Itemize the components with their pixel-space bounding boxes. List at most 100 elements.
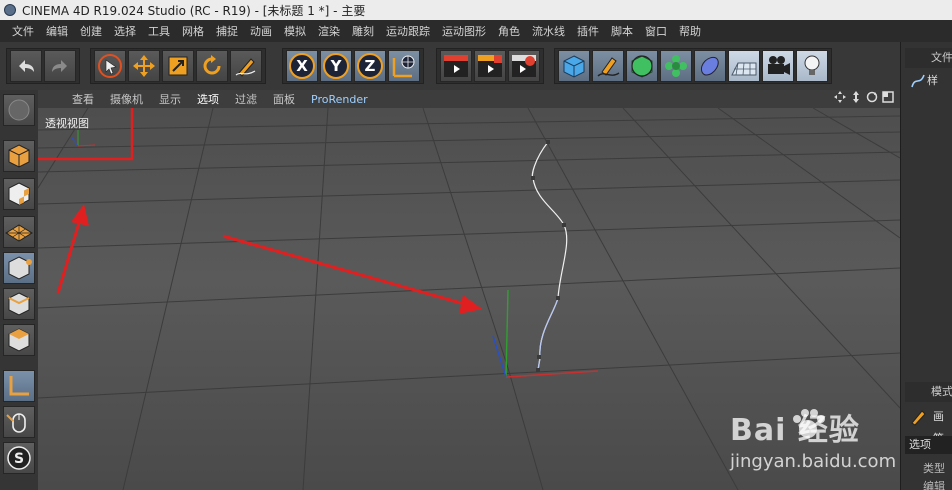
snap-button[interactable]: S — [3, 442, 35, 474]
undo-group — [6, 48, 80, 84]
viewport-nav-controls — [834, 91, 894, 103]
z-axis-button[interactable]: Z — [354, 50, 386, 82]
polygons-mode-icon — [8, 328, 30, 352]
menu-window[interactable]: 窗口 — [639, 23, 673, 39]
viewport-menu-cameras[interactable]: 摄像机 — [102, 91, 151, 107]
make-editable-button[interactable] — [3, 94, 35, 126]
texture-mode-button[interactable] — [3, 178, 35, 210]
objects-tab[interactable]: 文件 — [905, 48, 952, 68]
points-mode-icon — [8, 256, 32, 280]
spline-point[interactable] — [562, 223, 566, 227]
tweak-mode-button[interactable] — [3, 406, 35, 438]
window-title: CINEMA 4D R19.024 Studio (RC - R19) - [未… — [22, 3, 366, 18]
pen-spline-icon — [597, 57, 620, 77]
menu-help[interactable]: 帮助 — [673, 23, 707, 39]
workplane-mode-button[interactable] — [3, 216, 35, 248]
viewport-menu-filter[interactable]: 过滤 — [227, 91, 265, 107]
cloner-icon — [665, 55, 687, 77]
mode-tab-label: 模式 — [931, 385, 952, 398]
z-axis-icon: Z — [357, 53, 383, 79]
scale-button[interactable] — [162, 50, 194, 82]
menu-character[interactable]: 角色 — [492, 23, 526, 39]
menu-file[interactable]: 文件 — [6, 23, 40, 39]
spline-points — [531, 140, 566, 372]
light-button[interactable] — [796, 50, 828, 82]
orbit-icon[interactable] — [866, 91, 878, 103]
viewport-menu-options[interactable]: 选项 — [189, 91, 227, 107]
sketch-tool-button[interactable] — [230, 50, 262, 82]
menu-select[interactable]: 选择 — [108, 23, 142, 39]
spline-point[interactable] — [556, 296, 560, 300]
cube-button[interactable] — [558, 50, 590, 82]
viewport-menu-bar: 查看 摄像机 显示 选项 过滤 面板 ProRender — [38, 90, 900, 108]
world-x-axis — [505, 370, 599, 378]
viewport-menu-panel[interactable]: 面板 — [265, 91, 303, 107]
y-axis-button[interactable]: Y — [320, 50, 352, 82]
render-picture-viewer-button[interactable] — [474, 50, 506, 82]
mode-tab[interactable]: 模式 — [905, 382, 952, 402]
spline-curve[interactable] — [531, 141, 568, 371]
menu-simulate[interactable]: 模拟 — [278, 23, 312, 39]
menu-motion-tracking[interactable]: 运动跟踪 — [380, 23, 436, 39]
menu-script[interactable]: 脚本 — [605, 23, 639, 39]
gizmo-z-axis — [71, 137, 79, 147]
menu-plugins[interactable]: 插件 — [571, 23, 605, 39]
make-editable-icon — [8, 99, 30, 121]
deformer-icon — [700, 56, 719, 76]
world-y-axis — [505, 289, 509, 378]
transform-tools-group — [90, 48, 266, 84]
polygons-mode-button[interactable] — [3, 324, 35, 356]
gizmo-x-axis — [77, 144, 96, 147]
cloner-button[interactable] — [660, 50, 692, 82]
menu-edit[interactable]: 编辑 — [40, 23, 74, 39]
spline-point[interactable] — [536, 368, 540, 372]
menu-animate[interactable]: 动画 — [244, 23, 278, 39]
spline-point[interactable] — [546, 140, 550, 144]
viewport-menu-view[interactable]: 查看 — [64, 91, 102, 107]
viewport-menu-display[interactable]: 显示 — [151, 91, 189, 107]
menu-create[interactable]: 创建 — [74, 23, 108, 39]
deformer-button[interactable] — [694, 50, 726, 82]
axis-mode-button[interactable] — [3, 370, 35, 402]
zoom-icon[interactable] — [850, 91, 862, 103]
render-settings-button[interactable] — [508, 50, 540, 82]
menu-sculpt[interactable]: 雕刻 — [346, 23, 380, 39]
camera-button[interactable] — [762, 50, 794, 82]
live-select-button[interactable] — [94, 50, 126, 82]
x-axis-button[interactable]: X — [286, 50, 318, 82]
points-mode-button[interactable] — [3, 252, 35, 284]
render-view-button[interactable] — [440, 50, 472, 82]
floor-icon — [731, 62, 757, 76]
subdivision-surface-button[interactable] — [626, 50, 658, 82]
objects-tab-label: 文件 — [931, 51, 952, 64]
redo-icon — [52, 60, 67, 72]
undo-button[interactable] — [10, 50, 42, 82]
menu-tools[interactable]: 工具 — [142, 23, 176, 39]
menu-mograph[interactable]: 运动图形 — [436, 23, 492, 39]
annotation-arrow-right — [222, 234, 482, 314]
pen-spline-button[interactable] — [592, 50, 624, 82]
model-mode-button[interactable] — [3, 140, 35, 172]
move-button[interactable] — [128, 50, 160, 82]
menu-snap[interactable]: 捕捉 — [210, 23, 244, 39]
render-view-icon — [444, 55, 468, 77]
viewport-label: 透视视图 — [45, 117, 89, 130]
pan-icon[interactable] — [834, 91, 846, 103]
floor-button[interactable] — [728, 50, 760, 82]
subdivision-icon — [631, 55, 653, 78]
title-bar: CINEMA 4D R19.024 Studio (RC - R19) - [未… — [0, 0, 952, 20]
menu-pipeline[interactable]: 流水线 — [526, 23, 571, 39]
spline-curve-lower — [537, 297, 559, 371]
menu-bar: 文件 编辑 创建 选择 工具 网格 捕捉 动画 模拟 渲染 雕刻 运动跟踪 运动… — [0, 20, 952, 42]
menu-mesh[interactable]: 网格 — [176, 23, 210, 39]
light-icon — [804, 55, 820, 75]
spline-point[interactable] — [531, 176, 535, 180]
rotate-button[interactable] — [196, 50, 228, 82]
spline-point[interactable] — [537, 355, 541, 359]
world-coordinate-button[interactable] — [388, 50, 420, 82]
edges-mode-button[interactable] — [3, 288, 35, 320]
menu-render[interactable]: 渲染 — [312, 23, 346, 39]
maximize-view-icon[interactable] — [882, 91, 894, 103]
viewport-menu-prorender[interactable]: ProRender — [303, 93, 376, 106]
redo-button[interactable] — [44, 50, 76, 82]
